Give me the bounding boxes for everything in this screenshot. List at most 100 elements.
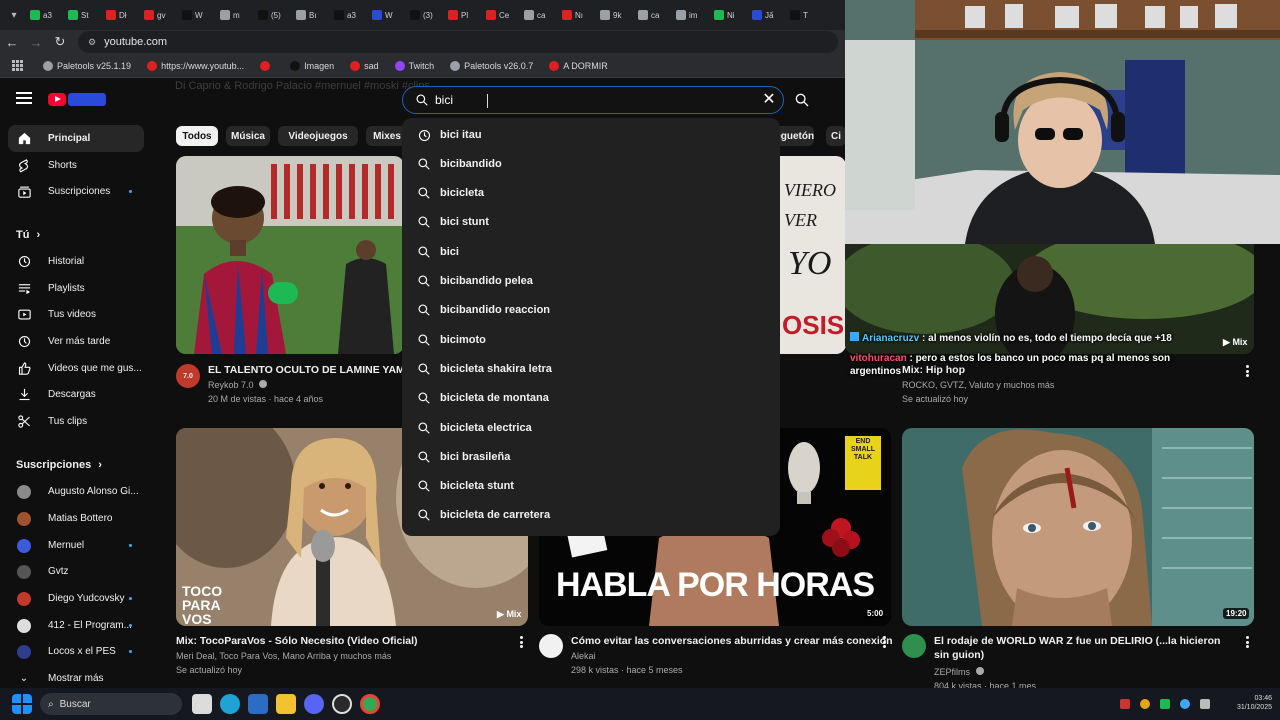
obs-icon[interactable] [332, 694, 352, 714]
search-suggestion[interactable]: bicicleta stunt [402, 472, 780, 501]
search-suggestion[interactable]: bicibandido pelea [402, 267, 780, 296]
taskbar-search-box[interactable]: ⌕ Buscar [40, 693, 182, 715]
channel-name[interactable]: Alekai [571, 649, 596, 663]
forward-button[interactable]: → [24, 30, 48, 54]
channel-avatar[interactable]: 7.0 [176, 364, 200, 388]
more-actions-icon[interactable] [1246, 636, 1250, 648]
subscriptions-section-title[interactable]: Suscripciones › [16, 459, 102, 471]
windows-start-icon[interactable] [12, 694, 32, 714]
bookmark-item[interactable]: Paletools v25.1.19 [35, 60, 139, 71]
youtube-logo[interactable] [48, 92, 108, 106]
channel-avatar[interactable] [539, 634, 563, 658]
more-actions-icon[interactable] [1246, 365, 1250, 377]
browser-tab[interactable]: Ni [710, 4, 748, 26]
sidebar-item-downloads[interactable]: Descargas [8, 381, 144, 408]
tray-icon[interactable] [1120, 699, 1130, 709]
bookmark-item[interactable]: A DORMIR [541, 60, 616, 71]
filter-chip[interactable]: Todos [176, 126, 218, 146]
apps-icon[interactable] [0, 60, 35, 71]
sidebar-subscription-item[interactable]: Matias Bottero [8, 505, 144, 532]
system-clock[interactable]: 03:46 31/10/2025 [1237, 694, 1272, 712]
sidebar-subscription-item[interactable]: Gvtz [8, 558, 144, 585]
browser-tab[interactable]: Ce [482, 4, 520, 26]
channel-name[interactable]: ROCKO, GVTZ, Valuto y muchos más [902, 378, 1054, 392]
filter-chip[interactable]: Videojuegos [278, 126, 358, 146]
search-suggestion[interactable]: bici [402, 237, 780, 266]
sidebar-item-watch-later[interactable]: Ver más tarde [8, 328, 144, 355]
back-button[interactable]: ← [0, 30, 24, 54]
sidebar-subscription-item[interactable]: Augusto Alonso Gi... [8, 478, 144, 505]
browser-tab[interactable]: St [64, 4, 102, 26]
more-actions-icon[interactable] [883, 636, 887, 648]
more-actions-icon[interactable] [520, 636, 524, 648]
search-suggestion[interactable]: bicibandido [402, 149, 780, 178]
search-suggestion[interactable]: bicicleta de carretera [402, 501, 780, 530]
sidebar-item-shorts[interactable]: Shorts [8, 152, 144, 179]
video-title[interactable]: El rodaje de WORLD WAR Z fue un DELIRIO … [934, 634, 1234, 662]
sidebar-item-subscriptions[interactable]: Suscripciones [8, 178, 144, 205]
filter-chip[interactable]: Música [226, 126, 270, 146]
browser-tab[interactable]: a3 [330, 4, 368, 26]
browser-tab[interactable]: (5) [254, 4, 292, 26]
browser-tab[interactable]: W [368, 4, 406, 26]
channel-name[interactable]: Meri Deal, Toco Para Vos, Mano Arriba y … [176, 649, 391, 663]
bookmark-item[interactable]: Twitch [387, 60, 443, 71]
browser-tab[interactable]: Dł [102, 4, 140, 26]
video-title[interactable]: Mix: TocoParaVos - Sólo Necesito (Video … [176, 634, 418, 648]
clear-search-button[interactable]: ✕ [760, 91, 778, 109]
search-suggestion[interactable]: bicibandido reaccion [402, 296, 780, 325]
bookmark-item[interactable]: Paletools v26.0.7 [442, 60, 541, 71]
chrome-icon[interactable] [360, 694, 380, 714]
search-box[interactable] [402, 86, 784, 114]
sidebar-item-history[interactable]: Historial [8, 248, 144, 275]
browser-tab[interactable]: a3 [26, 4, 64, 26]
search-suggestion[interactable]: bicicleta de montana [402, 384, 780, 413]
search-suggestion[interactable]: bici stunt [402, 208, 780, 237]
channel-avatar[interactable] [902, 634, 926, 658]
address-bar[interactable]: ⚙ youtube.com [78, 31, 838, 53]
browser-tab[interactable]: m [216, 4, 254, 26]
store-icon[interactable] [248, 694, 268, 714]
browser-tab[interactable]: Jấ [748, 4, 786, 26]
browser-tab[interactable]: T [786, 4, 824, 26]
guide-menu-icon[interactable] [16, 92, 32, 104]
sidebar-item-home[interactable]: Principal [8, 125, 144, 152]
you-section-title[interactable]: Tú › [16, 229, 40, 241]
sidebar-subscription-item[interactable]: 412 - El Program... [8, 612, 144, 639]
edge-icon[interactable] [220, 694, 240, 714]
browser-tab[interactable]: Nı [558, 4, 596, 26]
browser-tab[interactable]: ca [634, 4, 672, 26]
site-info-icon[interactable]: ⚙ [88, 37, 96, 48]
reload-button[interactable]: ↻ [48, 30, 72, 54]
search-suggestion[interactable]: bicicleta shakira letra [402, 354, 780, 383]
bookmark-item[interactable]: sad [342, 60, 387, 71]
browser-tab[interactable]: ca [520, 4, 558, 26]
video-thumbnail[interactable]: VIERO VER YO OSIS [780, 156, 846, 354]
search-suggestion[interactable]: bicimoto [402, 325, 780, 354]
search-input[interactable] [435, 93, 735, 107]
bookmark-item[interactable]: https://www.youtub... [139, 60, 252, 71]
tray-icon[interactable] [1160, 699, 1170, 709]
video-thumbnail[interactable] [902, 428, 1254, 626]
sidebar-item-playlists[interactable]: Playlists [8, 275, 144, 302]
browser-tab[interactable]: Bı [292, 4, 330, 26]
filter-chip[interactable]: Ci [826, 126, 846, 146]
sidebar-item-your-videos[interactable]: Tus videos [8, 301, 144, 328]
search-suggestion[interactable]: bici brasileña [402, 442, 780, 471]
search-button[interactable] [788, 88, 816, 112]
task-view-icon[interactable] [192, 694, 212, 714]
video-title[interactable]: Cómo evitar las conversaciones aburridas… [571, 634, 893, 648]
browser-tab[interactable]: W [178, 4, 216, 26]
sidebar-item-liked-videos[interactable]: Videos que me gus... [8, 355, 144, 382]
tray-icon[interactable] [1140, 699, 1150, 709]
video-thumbnail[interactable] [176, 156, 404, 354]
search-suggestion[interactable]: bicicleta [402, 179, 780, 208]
discord-icon[interactable] [304, 694, 324, 714]
browser-tab[interactable]: 9k [596, 4, 634, 26]
sidebar-subscription-item[interactable]: Mernuel [8, 532, 144, 559]
browser-tab[interactable]: gv [140, 4, 178, 26]
browser-tab[interactable]: Pl [444, 4, 482, 26]
channel-name[interactable]: ZEPfilms [934, 665, 984, 679]
browser-tab[interactable]: im [672, 4, 710, 26]
file-explorer-icon[interactable] [276, 694, 296, 714]
